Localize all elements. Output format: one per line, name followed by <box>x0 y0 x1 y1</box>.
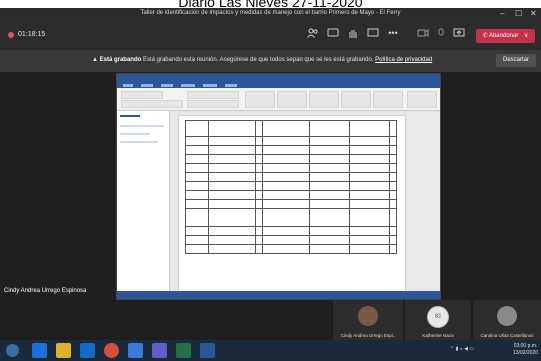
video-caption: Diario Las Nieves 27-11-2020 <box>0 0 541 8</box>
media-icon[interactable] <box>128 343 143 358</box>
word-status-bar <box>117 291 440 299</box>
document-table <box>185 120 397 254</box>
avatar: KI <box>427 306 449 328</box>
warning-icon: ▲ <box>92 57 100 63</box>
close-button[interactable]: ✕ <box>530 9 537 18</box>
chrome-icon[interactable] <box>104 343 119 358</box>
start-icon[interactable] <box>6 344 19 357</box>
call-timer: 01:18:15 <box>18 31 46 38</box>
word-page <box>178 115 406 293</box>
recording-indicator-icon <box>8 32 14 38</box>
word-navigation-pane <box>117 111 170 291</box>
caption-text: Diario Las Nieves 27-11-2020 <box>178 0 363 8</box>
participant-tile[interactable]: Carolina Ulloa Castellanos <box>473 300 541 340</box>
chat-icon[interactable] <box>326 28 340 41</box>
video-icon[interactable] <box>416 28 430 41</box>
window-title: Taller de identificación de impactos y m… <box>140 10 401 16</box>
share-icon[interactable] <box>366 28 380 41</box>
presenter-name: Cindy Andrea Urrego Espinosa <box>4 288 87 294</box>
mic-icon[interactable] <box>434 28 448 41</box>
chevron-down-icon: ∨ <box>524 33 529 39</box>
folder-icon[interactable] <box>56 343 71 358</box>
word-document-canvas <box>170 111 440 293</box>
people-icon[interactable] <box>306 28 320 41</box>
clock-time: 03:00 p.m. <box>513 343 538 349</box>
shared-screen <box>116 73 441 300</box>
teams-icon[interactable] <box>152 343 167 358</box>
privacy-policy-link[interactable]: Política de privacidad <box>375 57 432 63</box>
minimize-button[interactable]: – <box>500 9 504 18</box>
avatar <box>497 306 517 326</box>
window-titlebar: Taller de identificación de impactos y m… <box>0 8 541 20</box>
leave-call-label: Abandonar <box>488 33 519 39</box>
raise-hand-icon[interactable] <box>346 28 360 42</box>
participant-tile[interactable]: KI Katherine Isaza <box>405 300 471 340</box>
participant-name: Katherine Isaza <box>422 333 454 338</box>
participant-name: Carolina Ulloa Castellanos <box>480 333 534 338</box>
excel-icon[interactable] <box>176 343 191 358</box>
recording-banner: ▲ Está grabando Está grabando esta reuni… <box>0 50 541 72</box>
outlook-icon[interactable] <box>80 343 95 358</box>
leave-call-button[interactable]: ✆ Abandonar ∨ <box>476 29 535 43</box>
call-controls-bar: 01:18:15 ••• ✆ Abandonar ∨ <box>0 20 541 50</box>
windows-taskbar: ⌃ ▮ ◒ ◀ ▭ 03:00 p.m. 13/02/2020 <box>0 340 541 361</box>
more-icon[interactable]: ••• <box>386 28 400 38</box>
avatar <box>358 306 378 326</box>
participant-tile[interactable]: Cindy Andrea Urrego Espi.. <box>333 300 403 340</box>
word-ribbon <box>117 88 440 111</box>
share-screen-icon[interactable] <box>452 28 466 41</box>
word-titlebar <box>117 74 440 82</box>
system-tray[interactable]: ⌃ ▮ ◒ ◀ ▭ <box>450 346 474 352</box>
recording-text: Está grabando esta reunión. Asegúrese de… <box>141 57 374 63</box>
maximize-button[interactable]: ☐ <box>515 9 522 18</box>
dismiss-button[interactable]: Descartar <box>496 54 536 67</box>
clock[interactable]: 03:00 p.m. 13/02/2020 <box>513 343 538 357</box>
participant-name: Cindy Andrea Urrego Espi.. <box>340 333 396 338</box>
recording-title: Está grabando <box>99 57 142 63</box>
clock-date: 13/02/2020 <box>513 350 539 356</box>
ie-icon[interactable] <box>32 343 47 358</box>
word-icon[interactable] <box>200 343 215 358</box>
recording-message: ▲ Está grabando Está grabando esta reuni… <box>92 57 432 63</box>
